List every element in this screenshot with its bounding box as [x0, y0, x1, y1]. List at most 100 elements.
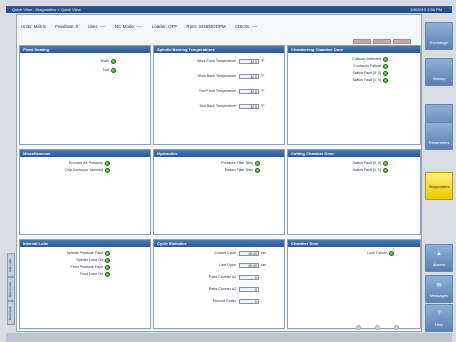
value-field: 0 — [239, 286, 259, 292]
status-row: Contactor Failure — [288, 63, 388, 69]
temperature-row: Work Back Temperature 32.0 °F — [197, 73, 265, 79]
page-dot[interactable] — [394, 325, 399, 330]
panel-fixed-seating: Fixed Seating Work Tool — [19, 45, 151, 145]
alarm-indicator-2 — [373, 39, 391, 44]
status-row: Return Filter Dirty — [154, 167, 260, 173]
panel-miscellaneous: Miscellaneous Encoder Air Pressure Chip … — [19, 149, 151, 235]
status-indicator-icon — [111, 67, 116, 73]
help-icon: ? — [437, 311, 441, 317]
side-tab-bookmark[interactable]: Bookmark — [7, 301, 15, 325]
status-row: Collision Detected — [288, 56, 388, 62]
window-titlebar: Quick View - Diagnostics > Quick View 3/… — [6, 6, 452, 13]
panel-title: Internal Lube — [20, 240, 150, 247]
status-indicator-icon — [389, 250, 394, 256]
panel-spindle-temperatures: Spindle Bearing Temperatures Work Front … — [153, 45, 285, 145]
value-field: 0 — [239, 298, 259, 304]
page-dot[interactable] — [356, 325, 361, 330]
status-row: Chip Conveyor Jammed — [20, 167, 110, 173]
parameters-button[interactable]: Parameters — [425, 122, 453, 150]
status-indicator-icon — [105, 271, 110, 277]
panel-internal-lube: Internal Lube Spindle Pressure Fault Spi… — [19, 239, 151, 329]
status-indicator-icon — [105, 167, 110, 173]
status-row: Encoder Air Pressure — [20, 160, 110, 166]
alarm-indicator-1 — [353, 39, 371, 44]
panel-title: Fixed Seating — [20, 46, 150, 53]
panel-cycle-statistics: Cycle Statistics Current Cycle 00.00 sec L… — [153, 239, 285, 329]
status-rpm: Rpm: 3456MODPM — [186, 24, 226, 29]
startup-button[interactable]: Startup — [425, 58, 453, 86]
bottom-bar — [6, 333, 452, 342]
page-indicator — [356, 325, 399, 330]
value-field: 00.00 — [239, 250, 259, 256]
value-field: 32.0 — [239, 58, 259, 64]
status-loader: Loader: OFF — [151, 24, 178, 29]
status-row: Spindle Pressure Fault — [20, 250, 110, 256]
panel-title: Hydraulics — [154, 150, 284, 157]
status-indicator-icon — [255, 167, 260, 173]
status-indicator-icon — [111, 58, 116, 64]
status-indicator-icon — [105, 250, 110, 256]
panel-chamber-door: Chamber Door Lock Failure — [287, 239, 421, 329]
status-line: Units: Metric Feedrate: 0 User: ---- NC … — [21, 23, 391, 31]
status-user: User: ---- — [87, 24, 106, 29]
status-row: Switch Fault [0, 0] — [288, 70, 388, 76]
status-row: Pressure Filter Dirty — [154, 160, 260, 166]
stat-row: Parts Counter #2 0 — [208, 286, 259, 292]
panel-title: Chambering Chamber Door — [288, 46, 420, 53]
panel-title: Cycle Statistics — [154, 240, 284, 247]
main-content: Units: Metric Feedrate: 0 User: ---- NC … — [16, 14, 422, 332]
status-indicator-icon — [383, 63, 388, 69]
status-indicator-icon — [383, 167, 388, 173]
status-row: Switch Fault [0, 0] — [288, 160, 388, 166]
stat-row: Last Cycle 00.00 sec — [219, 262, 267, 268]
status-indicator-icon — [383, 56, 388, 62]
status-row: Work — [20, 58, 116, 64]
status-indicator-icon — [383, 160, 388, 166]
diagnostics-button[interactable]: Diagnostics — [425, 172, 453, 200]
status-indicator-icon — [105, 160, 110, 166]
status-row: Lock Failure — [288, 250, 394, 256]
status-indicator-icon — [383, 77, 388, 83]
value-field: 0 — [239, 274, 259, 280]
status-units: Units: Metric — [21, 24, 47, 29]
side-tab-sub-lube[interactable]: Sub-Lube — [7, 253, 15, 277]
status-row: Tool — [20, 67, 116, 73]
value-field: 32.0 — [239, 73, 259, 79]
alarm-indicator-3 — [393, 39, 411, 44]
temperature-row: Tool Back Temperature 32.0 °F — [199, 103, 265, 109]
temperature-row: Work Front Temperature 32.0 °F — [197, 58, 265, 64]
panel-title: Cutting Chamber Door — [288, 150, 420, 157]
status-row: Feed Pressure Fault — [20, 264, 110, 270]
exchange-button[interactable]: Exchange — [425, 22, 453, 50]
side-tabs: Sub-Lube Boost Lube Bookmark — [7, 253, 15, 325]
messages-button[interactable]: ✉ Messages — [425, 275, 453, 303]
status-nc-mode: NC Mode: ---- — [114, 24, 143, 29]
panel-chambering-door: Chambering Chamber Door Collision Detect… — [287, 45, 421, 145]
panel-cutting-door: Cutting Chamber Door Switch Fault [0, 0]… — [287, 149, 421, 235]
status-cisos: CISOS: ---- — [234, 24, 258, 29]
side-tab-boost-lube[interactable]: Boost Lube — [7, 277, 15, 301]
status-indicator-icon — [383, 70, 388, 76]
stat-row: Parts Counter #1 0 — [208, 274, 259, 280]
value-field: 32.0 — [239, 103, 259, 109]
window-title: Quick View - Diagnostics > Quick View — [12, 7, 81, 12]
status-feedrate: Feedrate: 0 — [55, 24, 79, 29]
status-row: Switch Fault [1, 0] — [288, 167, 388, 173]
messages-icon: ✉ — [436, 283, 442, 289]
clock: 3/5/2012 2:56 PM — [410, 7, 442, 12]
status-indicator-icon — [255, 160, 260, 166]
panel-title: Chamber Door — [288, 240, 420, 247]
status-row: Feed Lube On — [20, 271, 110, 277]
value-field: 00.00 — [239, 262, 259, 268]
help-button[interactable]: ? Help — [425, 304, 453, 332]
alarms-button[interactable]: ▲ Alarms — [425, 244, 453, 272]
status-indicator-icon — [105, 264, 110, 270]
status-row: Spindle Lube On — [20, 257, 110, 263]
status-row: Switch Fault [1, 0] — [288, 77, 388, 83]
panel-title: Miscellaneous — [20, 150, 150, 157]
value-field: 32.0 — [239, 88, 259, 94]
stat-row: Current Cycle 00.00 sec — [214, 250, 267, 256]
page-dot[interactable] — [375, 325, 380, 330]
status-indicator-icon — [105, 257, 110, 263]
panel-hydraulics: Hydraulics Pressure Filter Dirty Return … — [153, 149, 285, 235]
